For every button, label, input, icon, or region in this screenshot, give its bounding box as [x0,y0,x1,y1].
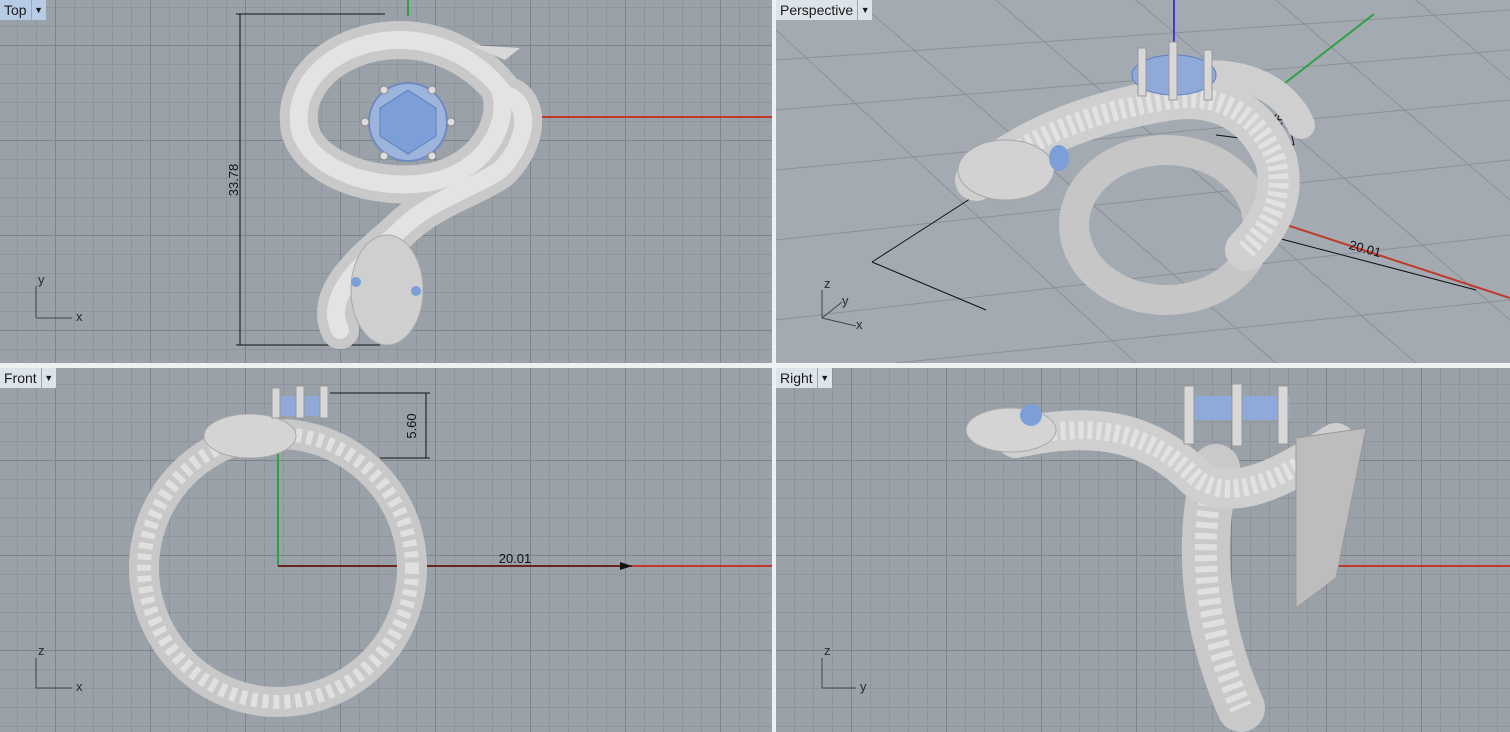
axis-label-y: y [38,272,45,287]
axis-indicator [821,658,856,689]
axis-label-y: y [860,679,867,694]
axis-label-z: z [824,276,831,291]
chevron-down-icon[interactable]: ▼ [857,0,873,20]
viewport-front-label[interactable]: Front [0,368,41,388]
front-view-scene: 5.60 20.01 x z [35,385,772,717]
chevron-down-icon[interactable]: ▼ [40,368,56,388]
snake-ring-model [279,20,543,349]
viewport-right-label[interactable]: Right [776,368,817,388]
chevron-down-icon[interactable]: ▼ [816,368,832,388]
right-view-scene: y z [821,383,1510,732]
chevron-down-icon[interactable]: ▼ [30,0,46,20]
axis-label-x: x [76,309,83,324]
viewport-top-title[interactable]: Top ▼ [0,0,46,20]
viewport-front[interactable]: Front ▼ 5.60 20.01 x z [0,368,772,732]
viewport-perspective[interactable]: Perspective ▼ 5.60 20.01 z y x [776,0,1510,363]
viewport-right[interactable]: Right ▼ y z [776,368,1510,732]
dimension-lines [278,392,632,567]
dimension-height-label: 5.60 [404,413,419,438]
axis-label-z: z [38,643,45,658]
axis-label-x: x [76,679,83,694]
snake-ring-model [965,383,1367,732]
viewport-perspective-label[interactable]: Perspective [776,0,858,20]
axis-indicator [35,658,72,689]
perspective-view-scene: 5.60 20.01 z y x [776,0,1510,363]
axis-label-x: x [856,317,863,332]
viewport-top-label[interactable]: Top [0,0,31,20]
viewport-perspective-title[interactable]: Perspective ▼ [776,0,873,20]
viewport-top[interactable]: Top ▼ 33.78 x y [0,0,772,363]
axis-label-z: z [824,643,831,658]
dimension-label: 33.78 [226,164,241,197]
axis-label-y: y [842,293,849,308]
top-view-scene: 33.78 x y [35,0,772,349]
axis-indicator [35,286,72,319]
viewport-right-title[interactable]: Right ▼ [776,368,832,388]
viewport-front-title[interactable]: Front ▼ [0,368,56,388]
dimension-width-label: 20.01 [499,551,532,566]
